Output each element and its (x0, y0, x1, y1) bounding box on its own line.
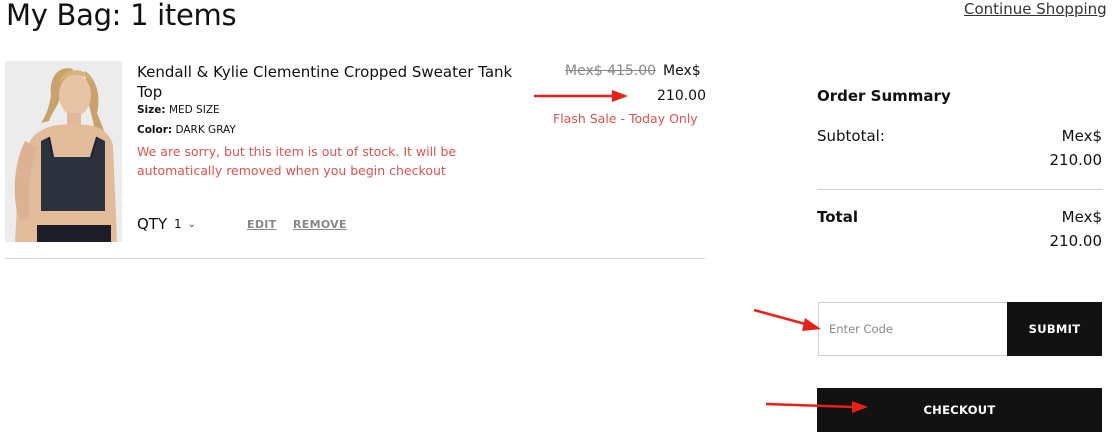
remove-button[interactable]: REMOVE (293, 218, 347, 231)
subtotal-currency: Mex$ (1061, 127, 1102, 145)
qty-label: QTY (137, 215, 168, 233)
order-summary-title: Order Summary (817, 87, 951, 105)
flash-sale-label: Flash Sale - Today Only (553, 111, 698, 126)
out-of-stock-message: We are sorry, but this item is out of st… (137, 144, 457, 178)
color-value: DARK GRAY (175, 124, 236, 136)
subtotal-label: Subtotal: (817, 127, 885, 145)
sale-price: 210.00 (657, 88, 706, 104)
product-name[interactable]: Kendall & Kylie Clementine Cropped Sweat… (137, 62, 517, 102)
subtotal-value: 210.00 (1049, 151, 1103, 169)
color-attribute: Color: DARK GRAY (137, 124, 236, 136)
color-label: Color: (137, 124, 173, 136)
red-arrow-icon (534, 90, 628, 102)
edit-button[interactable]: EDIT (247, 218, 276, 231)
total-value: 210.00 (1049, 232, 1103, 250)
price-currency: Mex$ (663, 63, 701, 79)
qty-select[interactable]: 1 ⌄ (174, 217, 196, 231)
size-label: Size: (137, 104, 166, 116)
cart-divider (5, 258, 705, 259)
product-photo (5, 61, 122, 242)
original-price: Mex$ 415.00 (565, 63, 657, 79)
qty-value: 1 (174, 217, 182, 231)
continue-shopping-link[interactable]: Continue Shopping (964, 0, 1107, 18)
chevron-down-icon: ⌄ (187, 218, 197, 230)
size-attribute: Size: MED SIZE (137, 104, 220, 116)
red-arrow-icon (753, 308, 821, 331)
red-arrow-icon (765, 401, 868, 413)
total-label: Total (817, 208, 858, 226)
product-image[interactable] (5, 61, 122, 242)
page-title: My Bag: 1 items (6, 0, 237, 32)
total-currency: Mex$ (1061, 208, 1102, 226)
submit-button[interactable]: SUBMIT (1007, 302, 1102, 356)
size-value: MED SIZE (168, 104, 220, 116)
summary-divider (817, 189, 1103, 190)
promo-code-input[interactable] (818, 302, 1008, 356)
